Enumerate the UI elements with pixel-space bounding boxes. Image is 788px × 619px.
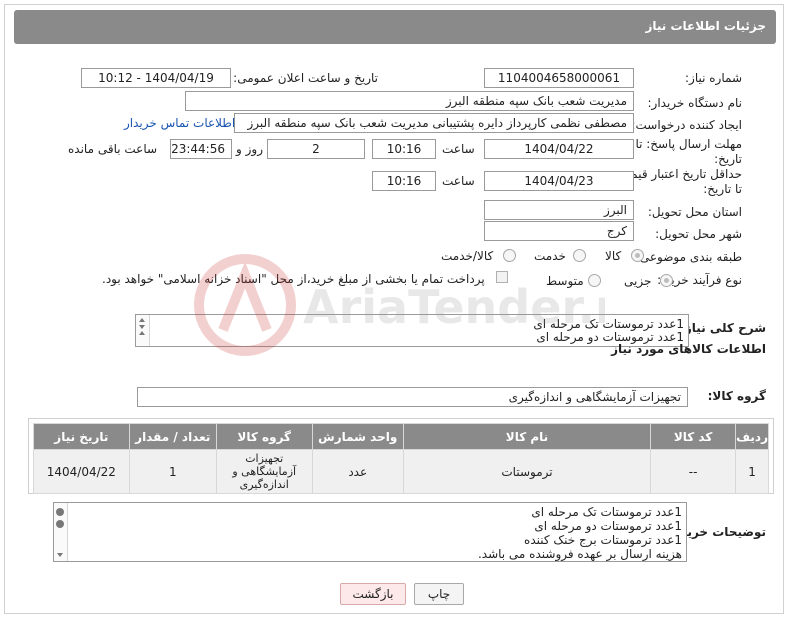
buyer-contact-link[interactable]: اطلاعات تماس خریدار [124,116,235,130]
cell-group: تجهیزات آزمایشگاهی و اندازه‌گیری [215,449,313,494]
category-option-goods-service: کالا/خدمت [441,249,494,263]
items-table-header-row: ردیف کد کالا نام کالا واحد شمارش گروه کا… [33,423,769,450]
price-validity-label-2: تا تاریخ: [703,182,742,196]
need-number-field[interactable]: 1104004658000061 [484,68,634,88]
col-header-code: کد کالا [650,423,737,450]
purchase-radio-medium[interactable] [588,274,601,287]
page-title: جزئیات اطلاعات نیاز [645,19,766,33]
items-table: ردیف کد کالا نام کالا واحد شمارش گروه کا… [33,423,769,494]
province-field[interactable]: البرز [484,200,634,220]
treasury-payment-note: پرداخت تمام یا بخشی از مبلغ خرید،از محل … [102,272,485,286]
general-desc-textarea[interactable]: 1عدد ترموستات تک مرحله ای 1عدد ترموستات … [135,314,689,347]
cell-row-num: 1 [735,449,769,494]
reply-deadline-time-field[interactable]: 10:16 [372,139,436,159]
remaining-time-label: ساعت باقی مانده [68,142,158,156]
price-validity-time-field[interactable]: 10:16 [372,171,436,191]
need-number-label: شماره نیاز: [685,71,742,85]
category-radio-goods[interactable] [631,249,644,262]
province-label: استان محل تحویل: [647,205,742,219]
cell-quantity: 1 [128,449,217,494]
category-option-goods: کالا [605,249,622,263]
announce-datetime-label: تاریخ و ساعت اعلان عمومی: [233,71,378,85]
col-header-need-date: تاریخ نیاز [33,423,130,450]
scroll-arrows-icon [139,318,145,335]
category-radio-goods-service[interactable] [503,249,516,262]
category-option-service: خدمت [534,249,566,263]
back-button[interactable]: بازگشت [340,583,406,605]
general-desc-scrollbar[interactable] [136,315,150,346]
buyer-notes-line: هزینه ارسال بر عهده فروشنده می باشد. [477,547,682,561]
price-validity-date-field[interactable]: 1404/04/23 [484,171,634,191]
reply-days-field[interactable]: 2 [267,139,365,159]
cell-code: -- [650,449,737,494]
buyer-notes-line: 1عدد ترموستات دو مرحله ای [534,519,682,533]
col-header-name: نام کالا [402,423,652,450]
general-desc-label: شرح کلی نیاز: [680,321,766,335]
city-label: شهر محل تحویل: [655,227,742,241]
col-header-group: گروه کالا [215,423,313,450]
cell-unit: عدد [311,449,404,494]
goods-group-field[interactable]: تجهیزات آزمایشگاهی و اندازه‌گیری [137,387,688,407]
purchase-option-minor: جزیی [624,274,652,288]
reply-deadline-label-1: مهلت ارسال پاسخ: تا [635,137,742,151]
announce-datetime-field[interactable]: 1404/04/19 - 10:12 [81,68,231,88]
goods-group-label: گروه کالا: [707,389,766,403]
requester-label: ایجاد کننده درخواست: [631,118,742,132]
price-validity-time-label: ساعت [442,174,475,188]
header-bar: جزئیات اطلاعات نیاز [14,10,776,44]
reply-deadline-label-2: تاریخ: [714,152,742,166]
price-validity-label-1: حداقل تاریخ اعتبار قیمت: [615,167,742,181]
col-header-unit: واحد شمارش [311,423,404,450]
cell-need-date: 1404/04/22 [33,449,130,494]
col-header-row-num: ردیف [735,423,769,450]
buyer-org-label: نام دستگاه خریدار: [647,96,743,110]
category-label: طبقه بندی موضوعی: [635,250,742,264]
purchase-radio-minor[interactable] [660,274,673,287]
print-button[interactable]: چاپ [414,583,464,605]
city-field[interactable]: کرج [484,221,634,241]
buyer-notes-textarea[interactable]: 1عدد ترموستات تک مرحله ای 1عدد ترموستات … [53,502,687,562]
buyer-notes-line: 1عدد ترموستات تک مرحله ای [531,505,682,519]
table-row[interactable]: 1 -- ترموستات عدد تجهیزات آزمایشگاهی و ا… [33,449,769,494]
category-radio-service[interactable] [573,249,586,262]
col-header-quantity: تعداد / مقدار [128,423,217,450]
reply-deadline-date-field[interactable]: 1404/04/22 [484,139,634,159]
purchase-option-medium: متوسط [546,274,584,288]
reply-deadline-time-label: ساعت [442,142,475,156]
requester-field[interactable]: مصطفی نظمی کارپرداز دایره پشتیبانی مدیری… [234,113,634,133]
remaining-time-field[interactable]: 23:44:56 [170,139,232,159]
treasury-payment-checkbox[interactable] [496,271,508,283]
goods-section-title: اطلاعات کالاهای مورد نیاز [611,342,766,356]
reply-days-label: روز و [236,142,263,156]
buyer-org-field[interactable]: مدیریت شعب بانک سپه منطقه البرز [185,91,634,111]
scroll-thumb-icon [56,508,64,557]
general-desc-line: 1عدد ترموستات دو مرحله ای [536,330,684,344]
cell-name: ترموستات [402,449,652,494]
buyer-notes-line: 1عدد ترموستات برج خنک کننده [524,533,682,547]
buyer-notes-scrollbar[interactable] [54,503,68,561]
